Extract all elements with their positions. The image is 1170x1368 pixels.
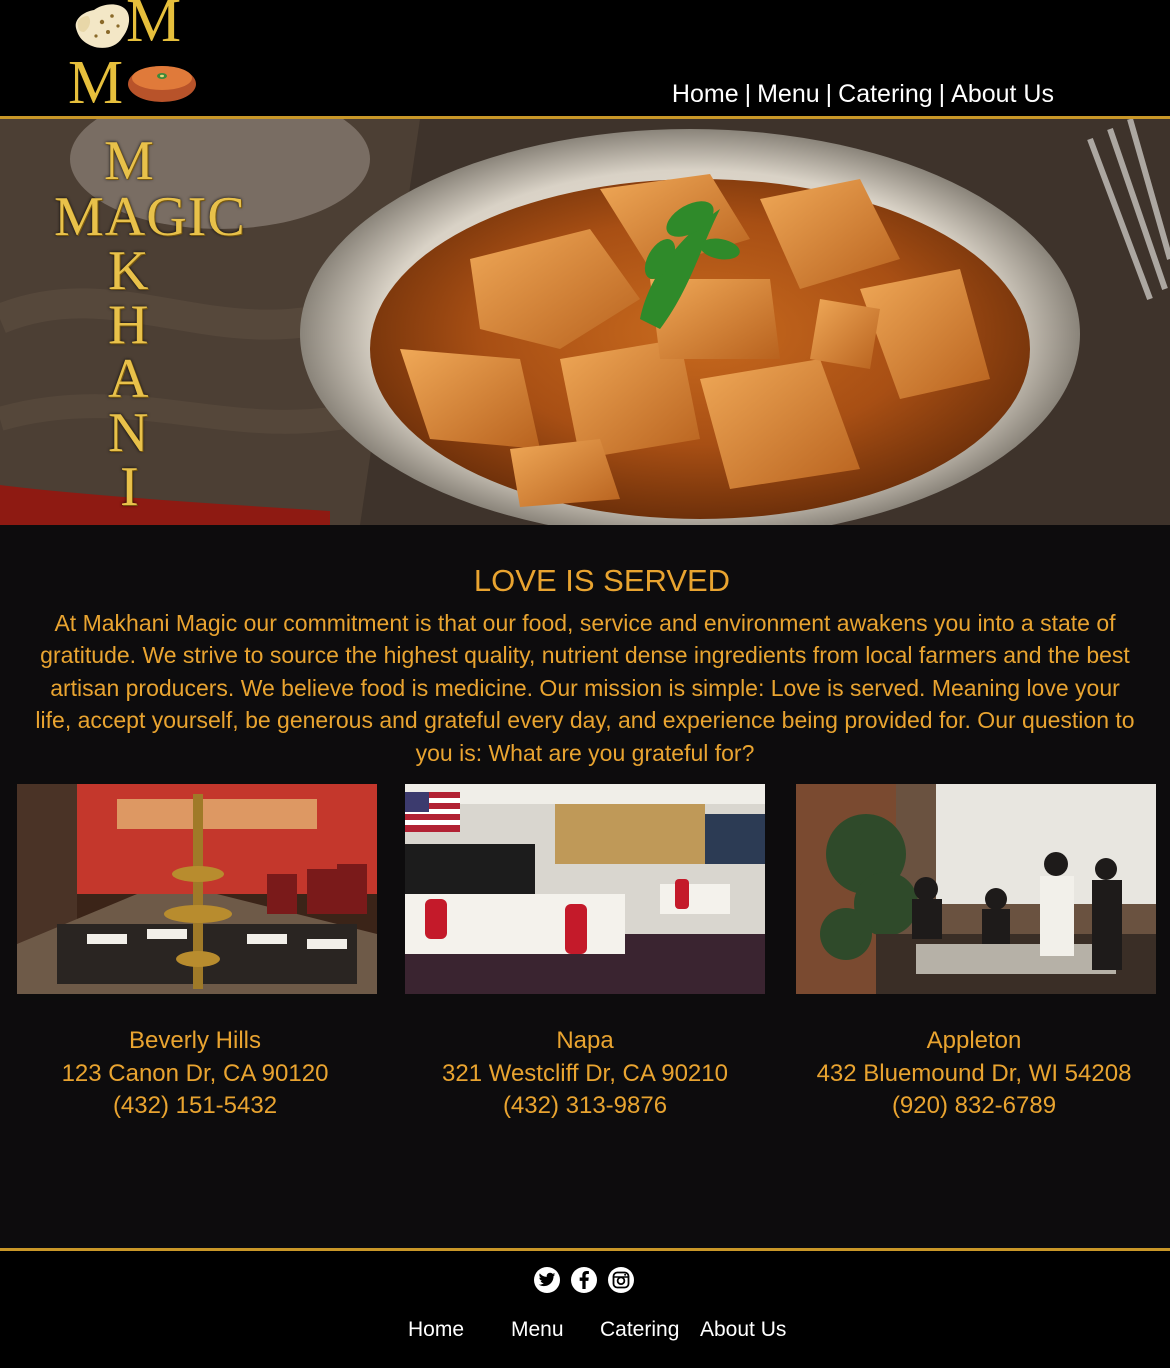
location-name: Beverly Hills <box>128 1027 262 1054</box>
footer-nav-home[interactable]: Home <box>408 1318 464 1342</box>
restaurant-interior-image <box>17 784 377 994</box>
location-photo-beverly-hills <box>17 784 377 994</box>
location-name: Napa <box>556 1027 614 1054</box>
nav-separator: | <box>744 80 752 108</box>
nav-menu[interactable]: Menu <box>757 82 820 107</box>
facebook-icon[interactable] <box>571 1267 597 1293</box>
hero-banner: M MAGIC K H A N I <box>0 119 1170 525</box>
site-footer: Home Menu Catering About Us <box>0 1251 1170 1368</box>
location-address: 123 Canon Dr, CA 90120 <box>61 1059 329 1087</box>
flag-image <box>405 792 460 832</box>
location-phone: (920) 832-6789 <box>891 1092 1057 1119</box>
hero-title-letter: K <box>108 240 149 302</box>
location-phone: (432) 151-5432 <box>112 1092 278 1119</box>
hero-title-m: M <box>104 130 154 192</box>
logo-letter-bottom: M <box>68 49 124 117</box>
naan-icon <box>75 4 130 48</box>
bowl-icon <box>128 66 196 102</box>
mission-title: LOVE IS SERVED <box>473 563 731 598</box>
twitter-icon[interactable] <box>534 1267 560 1293</box>
location-photo-appleton <box>796 784 1156 994</box>
logo-letter-top: M <box>126 0 182 55</box>
location-beverly-hills: Beverly Hills 123 Canon Dr, CA 90120 (43… <box>15 1025 375 1123</box>
logo[interactable]: M M <box>68 0 200 117</box>
location-address: 321 Westcliff Dr, CA 90210 <box>442 1059 728 1087</box>
location-phone: (432) 313-9876 <box>502 1092 668 1119</box>
restaurant-interior-image <box>405 784 765 994</box>
nav-home[interactable]: Home <box>672 82 739 107</box>
nav-separator: | <box>825 80 833 108</box>
hero-title-letter: N <box>108 402 149 464</box>
social-links <box>534 1267 634 1293</box>
hero-title-letter: H <box>108 294 149 356</box>
nav-separator: | <box>938 80 946 108</box>
location-address: 432 Bluemound Dr, WI 54208 <box>816 1059 1132 1087</box>
hero-title-magic: MAGIC <box>54 186 246 248</box>
footer-nav-catering[interactable]: Catering <box>600 1318 679 1342</box>
footer-nav: Home Menu Catering About Us <box>0 1318 1170 1348</box>
main-content: LOVE IS SERVED At Makhani Magic our comm… <box>0 525 1170 1248</box>
instagram-icon[interactable] <box>608 1267 634 1293</box>
mission-text: At Makhani Magic our commitment is that … <box>35 610 1135 766</box>
location-name: Appleton <box>926 1027 1022 1054</box>
site-header: M M Home | Menu | Catering | About Us <box>0 0 1170 116</box>
location-napa: Napa 321 Westcliff Dr, CA 90210 (432) 31… <box>405 1025 765 1123</box>
hero-title-letter: I <box>120 456 139 518</box>
restaurant-interior-image <box>796 784 1156 994</box>
hero-title-letter: A <box>108 348 149 410</box>
footer-nav-about-us[interactable]: About Us <box>700 1318 786 1342</box>
top-nav: Home | Menu | Catering | About Us <box>672 82 1054 107</box>
nav-catering[interactable]: Catering <box>838 82 933 107</box>
location-photo-napa <box>405 784 765 994</box>
location-appleton: Appleton 432 Bluemound Dr, WI 54208 (920… <box>794 1025 1154 1123</box>
footer-nav-menu[interactable]: Menu <box>511 1318 564 1342</box>
nav-about-us[interactable]: About Us <box>951 82 1054 107</box>
hero-curry-image <box>0 119 1170 525</box>
